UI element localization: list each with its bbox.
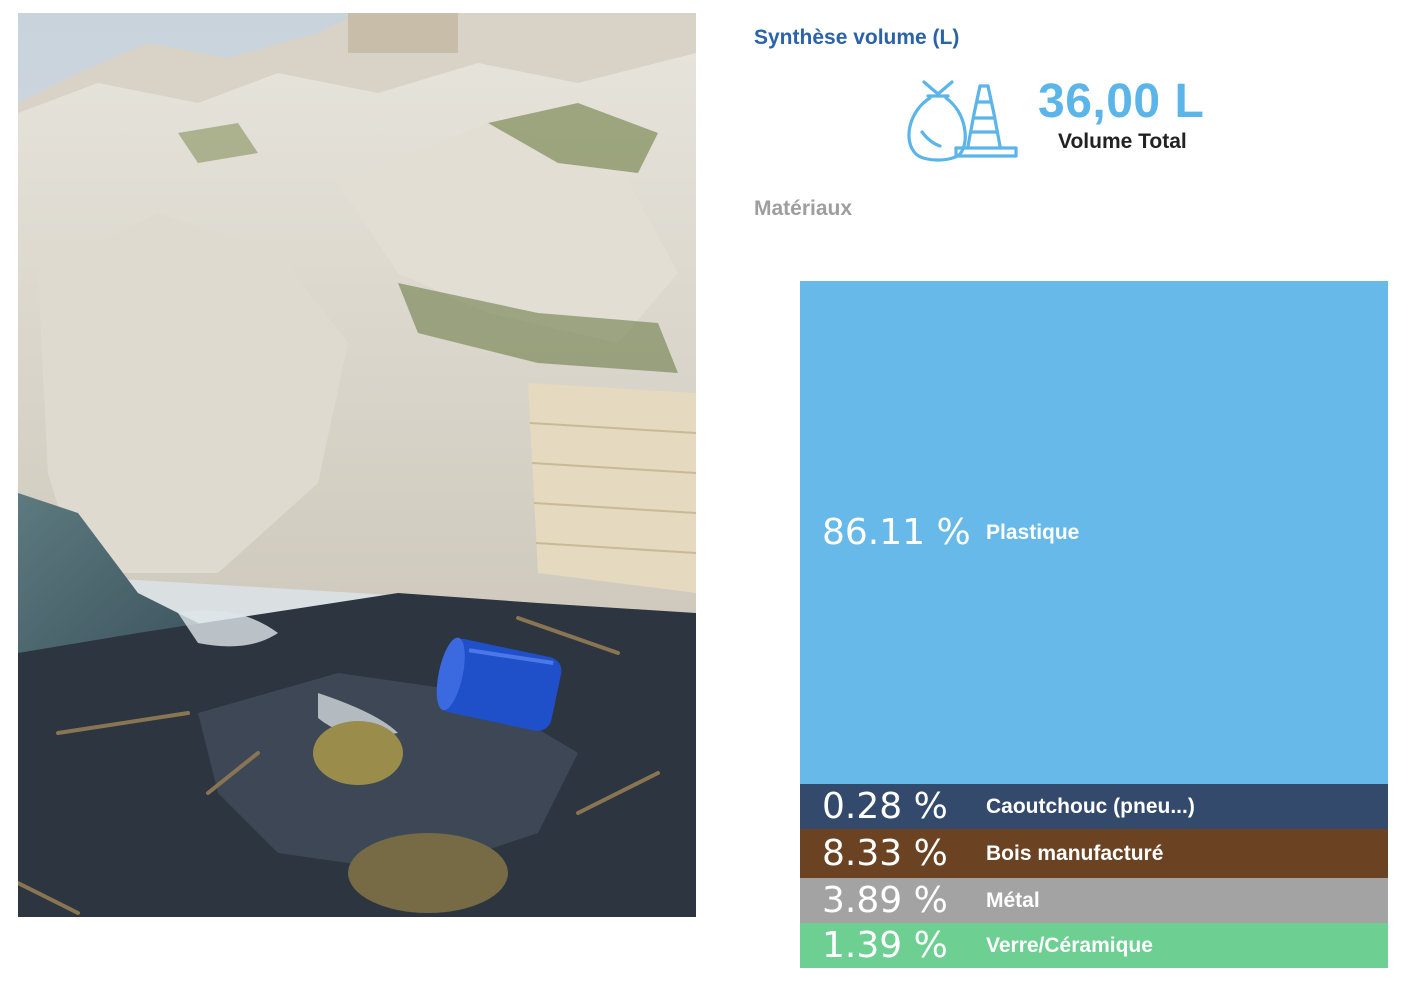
volume-summary-title: Synthèse volume (L) xyxy=(754,26,960,49)
material-label: Bois manufacturé xyxy=(986,841,1164,865)
material-percent: 8.33 % xyxy=(822,833,948,875)
material-percent: 0.28 % xyxy=(822,786,948,828)
trash-bag-and-cone-icon xyxy=(904,74,1022,166)
material-segment[interactable]: 86.11 % Plastique xyxy=(800,281,1388,785)
material-segment[interactable]: 0.28 % Caoutchouc (pneu...) xyxy=(800,784,1388,830)
total-volume-label: Volume Total xyxy=(1058,130,1187,153)
material-label: Plastique xyxy=(986,520,1080,544)
material-label: Métal xyxy=(986,888,1040,912)
material-percent: 3.89 % xyxy=(822,880,948,921)
material-percent: 86.11 % xyxy=(822,512,971,554)
total-volume-value: 36,00 L xyxy=(1038,75,1205,128)
materials-stacked-bar: 86.11 % Plastique 0.28 % Caoutchouc (pneu..… xyxy=(800,281,1388,968)
material-segment[interactable]: 8.33 % Bois manufacturé xyxy=(800,829,1388,878)
material-percent: 1.39 % xyxy=(822,925,948,966)
material-label: Verre/Céramique xyxy=(986,933,1153,957)
material-segment[interactable]: 1.39 % Verre/Céramique xyxy=(800,923,1388,968)
materials-heading: Matériaux xyxy=(754,197,853,220)
site-photo xyxy=(18,13,696,917)
shoreline-photo-image xyxy=(18,13,696,917)
material-segment[interactable]: 3.89 % Métal xyxy=(800,878,1388,923)
material-label: Caoutchouc (pneu...) xyxy=(986,794,1195,818)
